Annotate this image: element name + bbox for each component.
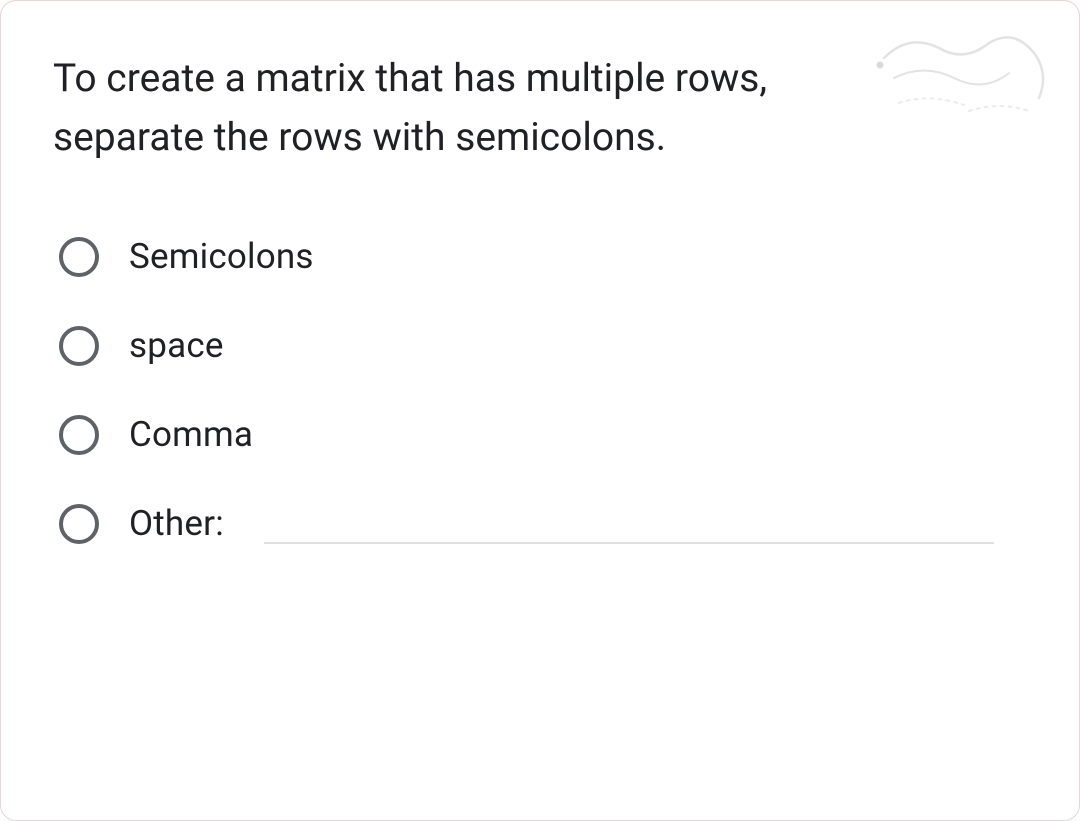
option-other[interactable]: Other: — [59, 503, 1027, 544]
other-text-input[interactable] — [264, 504, 994, 544]
option-comma[interactable]: Comma — [59, 414, 1027, 455]
radio-icon — [59, 504, 99, 544]
option-label: Comma — [129, 414, 253, 455]
option-label: Other: — [129, 503, 224, 544]
question-card: To create a matrix that has multiple row… — [0, 0, 1080, 821]
radio-icon — [59, 237, 99, 277]
option-space[interactable]: space — [59, 325, 1027, 366]
option-semicolons[interactable]: Semicolons — [59, 236, 1027, 277]
options-group: Semicolons space Comma Other: — [53, 236, 1027, 544]
question-text: To create a matrix that has multiple row… — [53, 49, 793, 166]
decorative-scribble — [869, 23, 1059, 143]
radio-icon — [59, 415, 99, 455]
radio-icon — [59, 326, 99, 366]
option-label: Semicolons — [129, 236, 314, 277]
option-label: space — [129, 325, 224, 366]
